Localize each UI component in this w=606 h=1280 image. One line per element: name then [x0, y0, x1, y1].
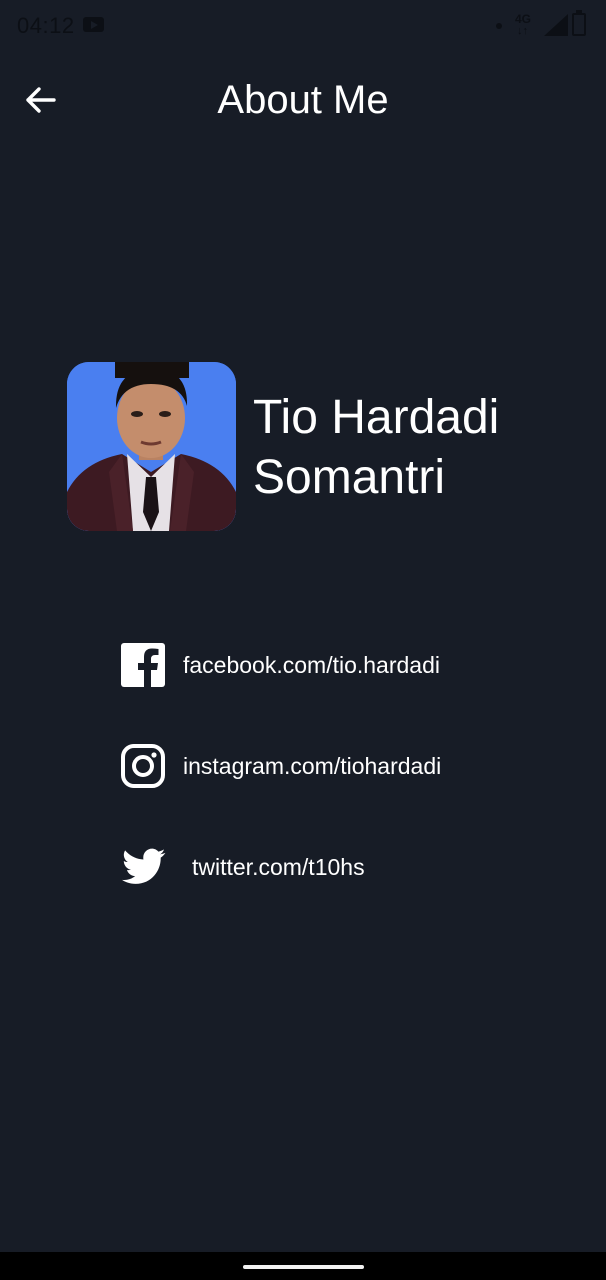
facebook-link-text: facebook.com/tio.hardadi: [183, 651, 440, 678]
avatar: [67, 362, 236, 531]
navigation-bar: [0, 1252, 606, 1280]
twitter-link-text: twitter.com/t10hs: [192, 853, 365, 880]
home-indicator[interactable]: [243, 1265, 364, 1269]
profile-name-second-line: Somantri: [253, 451, 446, 504]
data-activity-icon: ↓↑: [517, 25, 528, 37]
instagram-link-text: instagram.com/tiohardadi: [183, 752, 442, 779]
instagram-icon: [120, 743, 166, 789]
page-title: About Me: [217, 78, 389, 122]
facebook-icon: [120, 642, 166, 688]
profile-name-first-line: Tio Hardadi: [253, 391, 500, 444]
twitter-icon: [120, 844, 166, 890]
youtube-notification-icon: [83, 17, 104, 32]
battery-icon: [572, 10, 586, 36]
profile-name: Tio Hardadi Somantri: [253, 388, 499, 508]
instagram-link[interactable]: instagram.com/tiohardadi: [120, 742, 441, 790]
twitter-link[interactable]: twitter.com/t10hs: [120, 843, 365, 891]
network-type-label: 4G: [515, 12, 532, 26]
profile-photo: [67, 362, 236, 531]
status-time: 04:12: [17, 13, 75, 38]
signal-icon: [544, 14, 568, 36]
facebook-link[interactable]: facebook.com/tio.hardadi: [120, 641, 440, 689]
notification-dot-icon: [496, 23, 502, 29]
status-bar: 04:12 4G ↓↑: [0, 0, 606, 52]
